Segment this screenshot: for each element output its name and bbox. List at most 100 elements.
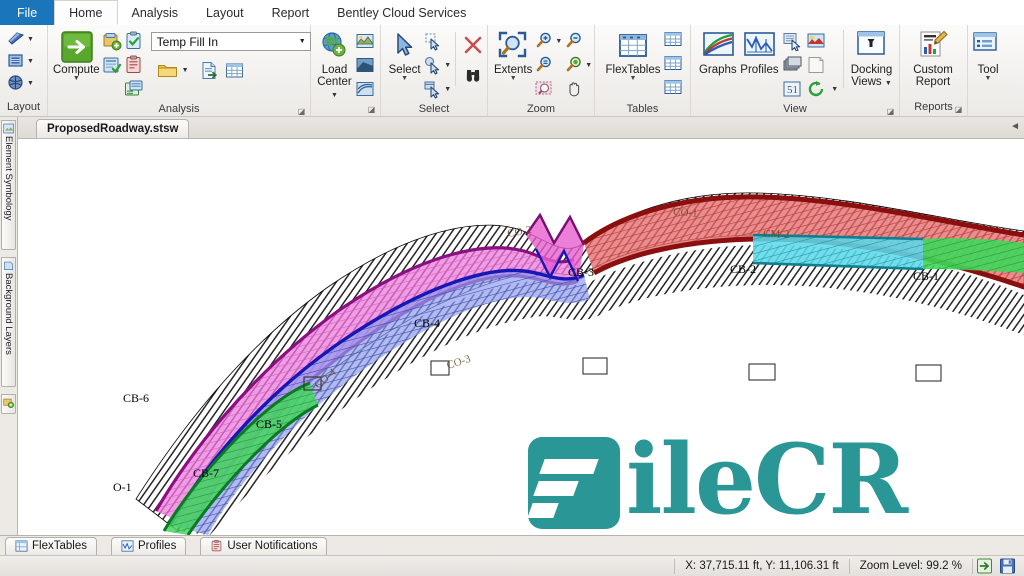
- folder-icon[interactable]: [157, 60, 177, 80]
- table-icon[interactable]: [224, 60, 244, 80]
- document-tab-proposedroadway[interactable]: ProposedRoadway.stsw: [36, 119, 190, 138]
- chevron-down-icon[interactable]: ▼: [831, 86, 838, 93]
- ribbon-tab-report[interactable]: Report: [258, 0, 324, 25]
- bottom-tab-label: Profiles: [137, 540, 177, 552]
- new-scenario-button[interactable]: [102, 30, 122, 52]
- select-attribute-icon: [423, 79, 443, 99]
- sidebar-item-element-symbology[interactable]: Element Symbology: [1, 120, 16, 250]
- bg-layer-icon: [806, 31, 826, 51]
- element-symbology-button[interactable]: 51: [782, 78, 802, 100]
- report-page-icon[interactable]: [199, 60, 219, 80]
- table-pipe-button[interactable]: [664, 30, 684, 52]
- chevron-down-icon[interactable]: ▼: [295, 38, 310, 45]
- docking-icon[interactable]: [856, 30, 888, 62]
- globe-icon[interactable]: [319, 30, 351, 62]
- terrain-model-button[interactable]: [355, 30, 375, 52]
- profile-icon[interactable]: [743, 30, 776, 62]
- contour-button[interactable]: [355, 78, 375, 100]
- profile-surface-button[interactable]: [355, 54, 375, 76]
- bottom-tab-flextables[interactable]: FlexTables: [5, 536, 97, 555]
- ribbon: ▼ ▼ ▼ Layout Compute ▼ Temp Fill In ▼ ▼ …: [0, 25, 1024, 117]
- bottom-tab-user-notifications[interactable]: User Notifications: [200, 536, 328, 555]
- ribbon-group-label-layout: Layout: [6, 101, 41, 113]
- zoom-scale-button[interactable]: [534, 54, 562, 76]
- sidebar-item-scenarios[interactable]: [1, 394, 16, 414]
- zoom-out-button[interactable]: [564, 30, 592, 52]
- outfall-tool[interactable]: ▼: [6, 72, 34, 94]
- calculation-options-button[interactable]: [102, 54, 122, 76]
- chevron-down-icon[interactable]: ▼: [555, 38, 562, 45]
- background-layers-button[interactable]: [806, 30, 838, 52]
- hand-icon: [564, 79, 584, 99]
- chevron-down-icon[interactable]: ▼: [73, 75, 80, 82]
- refresh-drawing-button[interactable]: ▼: [806, 78, 838, 100]
- chevron-down-icon[interactable]: ▼: [27, 58, 34, 65]
- close-icon[interactable]: ◄: [1010, 121, 1020, 132]
- custom-report-icon[interactable]: [917, 30, 949, 62]
- scenario-icon: [3, 397, 14, 408]
- pipe-layout-tool[interactable]: ▼: [6, 28, 34, 50]
- tools-icon[interactable]: [972, 30, 1004, 62]
- zoom-window-button[interactable]: [534, 78, 562, 100]
- zoom-in-button[interactable]: ▼: [534, 30, 562, 52]
- sidebar-item-background-layers[interactable]: Background Layers: [1, 257, 16, 387]
- zoom-element-button[interactable]: ▼: [564, 54, 592, 76]
- bottom-tab-profiles[interactable]: Profiles: [110, 536, 187, 555]
- ribbon-tab-analysis[interactable]: Analysis: [118, 0, 193, 25]
- analysis-dialog-launcher-icon[interactable]: ◪: [297, 107, 306, 116]
- table-small-icon: [664, 79, 684, 99]
- chevron-down-icon[interactable]: ▼: [401, 75, 408, 82]
- chevron-down-icon[interactable]: ▼: [630, 75, 637, 82]
- catch-basin-tool[interactable]: ▼: [6, 50, 34, 72]
- pan-button[interactable]: [564, 78, 592, 100]
- compute-button[interactable]: Compute ▼: [53, 28, 100, 82]
- outfall-icon: [6, 73, 26, 93]
- ribbon-tab-layout[interactable]: Layout: [192, 0, 258, 25]
- chevron-down-icon[interactable]: ▼: [444, 62, 451, 69]
- ribbon-tab-home[interactable]: Home: [54, 0, 118, 25]
- view-dialog-launcher-icon[interactable]: ◪: [886, 107, 895, 116]
- chevron-down-icon[interactable]: ▼: [444, 86, 451, 93]
- ribbon-tab-file[interactable]: File: [0, 0, 55, 25]
- chevron-down-icon[interactable]: ▼: [585, 62, 592, 69]
- chevron-down-icon[interactable]: ▼: [885, 80, 892, 87]
- select-polygon-button[interactable]: [423, 30, 451, 52]
- notes-button[interactable]: [806, 54, 838, 76]
- graph-icon[interactable]: [702, 30, 734, 62]
- table-node-button[interactable]: [664, 54, 684, 76]
- chevron-down-icon[interactable]: ▼: [510, 75, 517, 82]
- green-arrow-icon[interactable]: [976, 558, 993, 574]
- save-icon[interactable]: [999, 558, 1016, 574]
- scenario-manager-button[interactable]: [124, 78, 144, 100]
- table-small-icon: [664, 31, 684, 51]
- select-polygon-icon: [423, 31, 443, 51]
- named-views-button[interactable]: [782, 30, 802, 52]
- chevron-down-icon[interactable]: ▼: [331, 92, 338, 99]
- active-scenario-combo[interactable]: Temp Fill In ▼: [150, 32, 311, 51]
- alternatives-button[interactable]: [124, 54, 144, 76]
- drawing-canvas[interactable]: CO-6 CO-5 CO-4 CO-3 CO-2 CO-1 CM-2 CB-6 …: [18, 139, 1024, 535]
- load-center-dialog-launcher-icon[interactable]: ◪: [367, 105, 376, 114]
- magnifier-extents-icon[interactable]: [497, 30, 529, 62]
- flextable-icon[interactable]: [617, 30, 649, 62]
- select-by-attribute-button[interactable]: ▼: [423, 78, 451, 100]
- validate-button[interactable]: [124, 30, 144, 52]
- ribbon-tab-bentley-cloud-services[interactable]: Bentley Cloud Services: [323, 0, 480, 25]
- chevron-down-icon[interactable]: ▼: [985, 75, 992, 82]
- chevron-down-icon[interactable]: ▼: [27, 80, 34, 87]
- select-group-divider: [455, 32, 456, 86]
- aerial-view-button[interactable]: [782, 54, 802, 76]
- cursor-icon[interactable]: [389, 30, 421, 62]
- chevron-down-icon[interactable]: ▼: [27, 36, 34, 43]
- reports-dialog-launcher-icon[interactable]: ◪: [954, 105, 963, 114]
- drawing-label-cb5: CB-5: [256, 417, 283, 431]
- active-scenario-value: Temp Fill In: [156, 34, 219, 49]
- clear-selection-button[interactable]: [462, 30, 482, 58]
- chevron-down-icon[interactable]: ▼: [182, 67, 189, 74]
- zoom-in-icon: [534, 31, 554, 51]
- catchbasin-icon: [6, 51, 26, 71]
- table-catchment-button[interactable]: [664, 78, 684, 100]
- calc-options-icon: [102, 55, 122, 75]
- select-by-element-button[interactable]: ▼: [423, 54, 451, 76]
- find-element-button[interactable]: [462, 60, 482, 88]
